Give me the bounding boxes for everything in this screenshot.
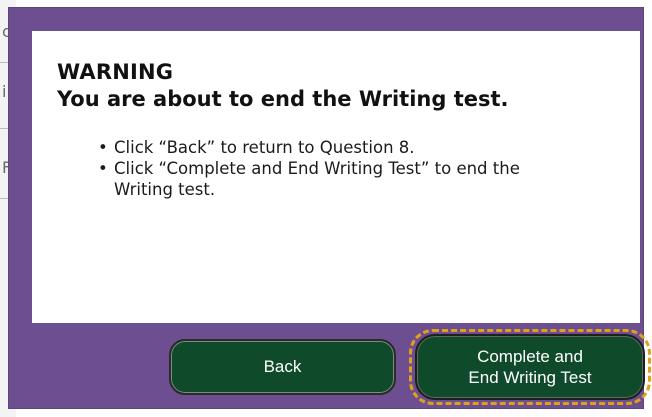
background-fragment-i: i bbox=[2, 82, 7, 101]
screen: c i F WARNING You are about to end the W… bbox=[0, 0, 652, 417]
back-button[interactable]: Back bbox=[169, 339, 396, 395]
warning-dialog: WARNING You are about to end the Writing… bbox=[8, 7, 651, 409]
instruction-complete: Click “Complete and End Writing Test” to… bbox=[98, 158, 584, 200]
instruction-back: Click “Back” to return to Question 8. bbox=[98, 137, 614, 158]
complete-button-label-line-1: Complete and bbox=[477, 347, 583, 366]
warning-label: WARNING bbox=[57, 60, 174, 84]
instruction-list: Click “Back” to return to Question 8. Cl… bbox=[96, 137, 614, 200]
warning-message-panel: WARNING You are about to end the Writing… bbox=[32, 31, 640, 323]
complete-button-label: Complete and End Writing Test bbox=[417, 346, 643, 388]
back-button-label: Back bbox=[263, 357, 302, 376]
complete-button-label-line-2: End Writing Test bbox=[468, 368, 592, 387]
warning-title: You are about to end the Writing test. bbox=[57, 87, 509, 111]
complete-and-end-writing-test-button[interactable]: Complete and End Writing Test bbox=[415, 334, 645, 400]
